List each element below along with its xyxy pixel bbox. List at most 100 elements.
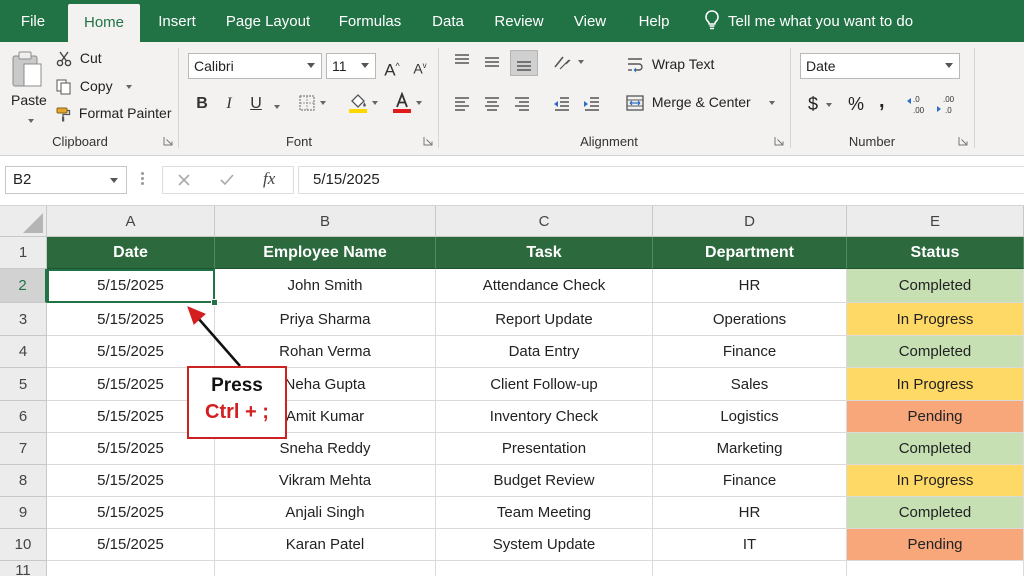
currency-button[interactable]: $ — [808, 94, 833, 115]
italic-button[interactable]: I — [217, 92, 241, 116]
row-header-4[interactable]: 4 — [0, 336, 47, 368]
row-header-9[interactable]: 9 — [0, 497, 47, 529]
department-cell[interactable]: HR — [653, 269, 847, 303]
date-cell[interactable]: 5/15/2025 — [47, 303, 215, 336]
orientation-button[interactable] — [552, 52, 584, 72]
row-header-8[interactable]: 8 — [0, 465, 47, 497]
align-left-button[interactable] — [452, 94, 472, 114]
header-cell-status[interactable]: Status — [847, 237, 1024, 269]
formula-bar-grip[interactable] — [141, 170, 145, 190]
comma-style-button[interactable]: , — [879, 90, 885, 113]
row-header-6[interactable]: 6 — [0, 401, 47, 433]
employee-name-cell[interactable]: Rohan Verma — [215, 336, 436, 368]
bottom-align-button[interactable] — [510, 50, 538, 76]
date-cell[interactable]: 5/15/2025 — [47, 336, 215, 368]
task-cell[interactable]: Inventory Check — [436, 401, 653, 433]
increase-indent-button[interactable] — [582, 94, 602, 114]
status-cell[interactable]: Pending — [847, 401, 1024, 433]
cut-button[interactable]: Cut — [56, 50, 102, 67]
increase-decimal-button[interactable]: .0.00 — [906, 94, 928, 116]
shrink-font-button[interactable]: Av — [408, 54, 432, 78]
department-cell[interactable]: Operations — [653, 303, 847, 336]
merge-center-button[interactable]: Merge & Center — [626, 94, 775, 112]
dialog-launcher-icon[interactable] — [163, 136, 173, 146]
task-cell[interactable]: Report Update — [436, 303, 653, 336]
tab-file[interactable]: File — [12, 0, 54, 42]
status-cell[interactable]: In Progress — [847, 465, 1024, 497]
column-header-c[interactable]: C — [436, 206, 653, 237]
task-cell[interactable]: Data Entry — [436, 336, 653, 368]
font-size-select[interactable]: 11 — [326, 53, 376, 79]
status-cell[interactable]: Completed — [847, 269, 1024, 303]
align-right-button[interactable] — [512, 94, 532, 114]
status-cell[interactable]: Completed — [847, 433, 1024, 465]
date-cell[interactable]: 5/15/2025 — [47, 497, 215, 529]
department-cell[interactable]: Sales — [653, 368, 847, 401]
tab-view[interactable]: View — [568, 0, 612, 42]
decrease-decimal-button[interactable]: .00.0 — [936, 94, 958, 116]
align-center-button[interactable] — [482, 94, 502, 114]
task-cell[interactable]: Presentation — [436, 433, 653, 465]
row-header-11[interactable]: 11 — [0, 561, 47, 576]
paste-button[interactable] — [10, 50, 44, 90]
empty-cell[interactable] — [436, 561, 653, 576]
task-cell[interactable]: System Update — [436, 529, 653, 561]
tab-home[interactable]: Home — [68, 4, 140, 42]
tab-page-layout[interactable]: Page Layout — [222, 0, 314, 42]
header-cell-task[interactable]: Task — [436, 237, 653, 269]
dialog-launcher-icon[interactable] — [958, 136, 968, 146]
fill-color-button[interactable] — [348, 92, 378, 114]
fill-handle[interactable] — [211, 299, 218, 306]
date-cell[interactable]: 5/15/2025 — [47, 529, 215, 561]
row-header-3[interactable]: 3 — [0, 303, 47, 336]
task-cell[interactable]: Team Meeting — [436, 497, 653, 529]
enter-checkmark-icon[interactable] — [219, 173, 235, 187]
department-cell[interactable]: Marketing — [653, 433, 847, 465]
employee-name-cell[interactable]: Anjali Singh — [215, 497, 436, 529]
borders-button[interactable] — [298, 94, 326, 112]
wrap-text-button[interactable]: Wrap Text — [626, 56, 714, 74]
column-header-b[interactable]: B — [215, 206, 436, 237]
percent-button[interactable]: % — [848, 94, 864, 115]
task-cell[interactable]: Client Follow-up — [436, 368, 653, 401]
header-cell-date[interactable]: Date — [47, 237, 215, 269]
status-cell[interactable]: In Progress — [847, 303, 1024, 336]
empty-cell[interactable] — [653, 561, 847, 576]
number-format-select[interactable]: Date — [800, 53, 960, 79]
row-header-2[interactable]: 2 — [0, 269, 47, 303]
column-header-e[interactable]: E — [847, 206, 1024, 237]
row-header-10[interactable]: 10 — [0, 529, 47, 561]
grow-font-button[interactable]: A^ — [380, 54, 404, 80]
header-cell-department[interactable]: Department — [653, 237, 847, 269]
copy-button[interactable]: Copy — [56, 78, 133, 95]
department-cell[interactable]: HR — [653, 497, 847, 529]
top-align-button[interactable] — [452, 52, 472, 72]
tab-help[interactable]: Help — [630, 0, 678, 42]
header-cell-employee-name[interactable]: Employee Name — [215, 237, 436, 269]
status-cell[interactable]: In Progress — [847, 368, 1024, 401]
tab-review[interactable]: Review — [490, 0, 548, 42]
font-name-select[interactable]: Calibri — [188, 53, 322, 79]
column-header-a[interactable]: A — [47, 206, 215, 237]
empty-cell[interactable] — [215, 561, 436, 576]
dialog-launcher-icon[interactable] — [774, 136, 784, 146]
department-cell[interactable]: IT — [653, 529, 847, 561]
underline-dropdown[interactable] — [270, 98, 280, 114]
row-header-5[interactable]: 5 — [0, 368, 47, 401]
cancel-icon[interactable] — [177, 173, 191, 187]
decrease-indent-button[interactable] — [552, 94, 572, 114]
department-cell[interactable]: Finance — [653, 465, 847, 497]
row-header-7[interactable]: 7 — [0, 433, 47, 465]
status-cell[interactable]: Pending — [847, 529, 1024, 561]
select-all-button[interactable] — [0, 206, 47, 237]
middle-align-button[interactable] — [482, 52, 502, 72]
status-cell[interactable]: Completed — [847, 336, 1024, 368]
dialog-launcher-icon[interactable] — [423, 136, 433, 146]
empty-cell[interactable] — [847, 561, 1024, 576]
department-cell[interactable]: Finance — [653, 336, 847, 368]
task-cell[interactable]: Attendance Check — [436, 269, 653, 303]
row-header-1[interactable]: 1 — [0, 237, 47, 269]
tell-me-search[interactable]: Tell me what you want to do — [704, 0, 913, 42]
employee-name-cell[interactable]: Priya Sharma — [215, 303, 436, 336]
name-box[interactable]: B2 — [5, 166, 127, 194]
